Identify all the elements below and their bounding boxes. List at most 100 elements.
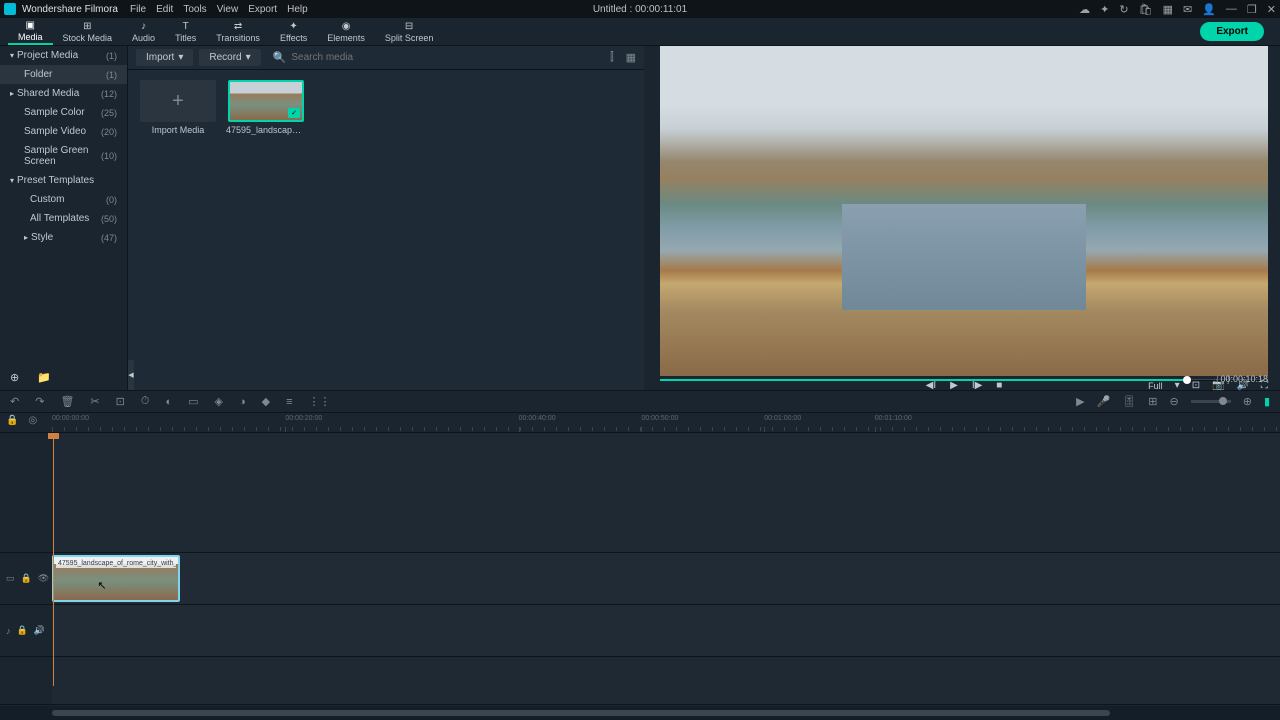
- visibility-icon[interactable]: 👁: [38, 573, 49, 584]
- timeline-scrollbar[interactable]: [0, 706, 1280, 720]
- mail-icon[interactable]: ✉: [1183, 3, 1192, 16]
- voiceover-icon[interactable]: 🎤: [1097, 395, 1111, 408]
- video-track-icon[interactable]: ▭: [6, 573, 15, 584]
- user-icon[interactable]: 👤: [1202, 3, 1216, 16]
- import-button[interactable]: Import▾: [136, 49, 193, 66]
- close-icon[interactable]: ✕: [1267, 3, 1276, 16]
- sidebar-item-project-media[interactable]: ▾Project Media(1): [0, 46, 127, 65]
- mask-icon[interactable]: ◑: [239, 396, 246, 408]
- chevron-right-icon: ▸: [10, 89, 14, 98]
- prev-frame-button[interactable]: ◀I: [926, 380, 936, 391]
- stop-button[interactable]: ■: [996, 380, 1002, 391]
- lock-icon[interactable]: 🔒: [21, 573, 32, 584]
- zoom-slider[interactable]: [1191, 400, 1231, 403]
- target-header-icon[interactable]: ◎: [28, 415, 37, 426]
- mute-icon[interactable]: 🔊: [34, 625, 45, 636]
- sidebar-item-sample-green-screen[interactable]: Sample Green Screen(10): [0, 141, 127, 171]
- tab-audio[interactable]: ♪Audio: [122, 18, 165, 45]
- import-media-button[interactable]: + Import Media: [138, 80, 218, 135]
- render-icon[interactable]: ▶: [1076, 395, 1084, 408]
- maximize-icon[interactable]: ❐: [1247, 3, 1257, 16]
- record-button[interactable]: Record▾: [199, 49, 260, 66]
- track-manager-icon[interactable]: ⊞: [1148, 395, 1157, 408]
- sync-icon[interactable]: ↻: [1119, 3, 1128, 16]
- full-label[interactable]: Full: [1148, 381, 1163, 391]
- next-frame-button[interactable]: I▶: [972, 380, 982, 391]
- new-folder-icon[interactable]: ⊕: [10, 371, 19, 384]
- chevron-down-icon: ▾: [10, 176, 14, 185]
- speed-icon[interactable]: ⏱: [141, 395, 150, 408]
- crop-icon[interactable]: ⊡: [116, 395, 125, 408]
- cloud-icon[interactable]: ☁: [1079, 3, 1090, 16]
- sidebar-item-sample-video[interactable]: Sample Video(20): [0, 122, 127, 141]
- color-icon[interactable]: ◐: [165, 396, 172, 408]
- search-box[interactable]: 🔍: [267, 51, 598, 64]
- mixer-icon[interactable]: 🎚: [1122, 395, 1136, 408]
- menu-file[interactable]: File: [130, 4, 146, 15]
- tab-stock-media[interactable]: ⊞Stock Media: [53, 18, 123, 45]
- filter-icon[interactable]: ⫿: [610, 51, 614, 64]
- menu-export[interactable]: Export: [248, 4, 277, 15]
- zoom-in-icon[interactable]: ⊕: [1243, 395, 1252, 408]
- tab-effects[interactable]: ✦Effects: [270, 18, 317, 45]
- timeline-ruler[interactable]: 🔒 ◎ 00:00:00:00 00:00:20:00 00:00:40:00 …: [0, 413, 1280, 433]
- zoom-knob[interactable]: [1219, 397, 1227, 405]
- detach-audio-icon[interactable]: ≡: [286, 396, 292, 408]
- minimize-icon[interactable]: —: [1226, 3, 1237, 15]
- sidebar-item-preset-templates[interactable]: ▾Preset Templates: [0, 171, 127, 190]
- green-screen-icon[interactable]: ▭: [188, 395, 198, 408]
- display-icon[interactable]: ⊡: [1192, 380, 1200, 391]
- search-input[interactable]: [291, 52, 598, 63]
- sidebar-item-shared-media[interactable]: ▸Shared Media(12): [0, 84, 127, 103]
- playhead-handle[interactable]: [48, 433, 59, 439]
- sidebar-item-custom[interactable]: Custom(0): [0, 190, 127, 209]
- audio-icon: ♪: [141, 21, 146, 32]
- sidebar-item-sample-color[interactable]: Sample Color(25): [0, 103, 127, 122]
- timeline-clip[interactable]: 47595_landscape_of_rome_city_with_river.…: [52, 555, 180, 602]
- scrollbar-handle[interactable]: [52, 710, 1110, 716]
- grid-icon[interactable]: ▦: [1163, 3, 1173, 16]
- audio-track-header: ♪ 🔒 🔊: [0, 605, 52, 656]
- panel-collapse-button[interactable]: ◀: [128, 360, 134, 390]
- zoom-out-icon[interactable]: ⊖: [1170, 395, 1179, 408]
- lock-icon[interactable]: 🔒: [17, 625, 28, 636]
- menu-tools[interactable]: Tools: [183, 4, 206, 15]
- redo-icon[interactable]: ↷: [35, 395, 44, 408]
- lock-header-icon[interactable]: 🔒: [6, 415, 18, 426]
- marker-icon[interactable]: ◆: [262, 395, 270, 408]
- cut-icon[interactable]: ✂: [90, 395, 99, 408]
- shop-icon[interactable]: 🛍: [1139, 3, 1153, 16]
- tab-media[interactable]: ▣Media: [8, 18, 53, 45]
- video-track[interactable]: ▭ 🔒 👁 47595_landscape_of_rome_city_with_…: [0, 553, 1280, 605]
- audio-track[interactable]: ♪ 🔒 🔊: [0, 605, 1280, 657]
- volume-icon[interactable]: 🔊: [1237, 380, 1249, 391]
- tab-split-screen[interactable]: ⊟Split Screen: [375, 18, 444, 45]
- export-button[interactable]: Export: [1200, 22, 1264, 41]
- play-button[interactable]: ▶: [950, 380, 958, 391]
- preview-viewport[interactable]: [660, 46, 1268, 376]
- grid-view-icon[interactable]: ▦: [626, 51, 636, 64]
- tab-titles[interactable]: TTitles: [165, 18, 206, 45]
- keyframe-icon[interactable]: ◈: [215, 395, 223, 408]
- sidebar-item-folder[interactable]: Folder(1): [0, 65, 127, 84]
- sidebar-item-all-templates[interactable]: All Templates(50): [0, 209, 127, 228]
- delete-icon[interactable]: 🗑: [60, 395, 74, 408]
- sidebar-item-style[interactable]: ▸Style(47): [0, 228, 127, 247]
- menu-help[interactable]: Help: [287, 4, 308, 15]
- meter-icon[interactable]: ▮: [1264, 395, 1270, 408]
- menu-view[interactable]: View: [217, 4, 239, 15]
- audio-track-icon[interactable]: ♪: [6, 626, 11, 636]
- settings-icon[interactable]: ✦: [1100, 3, 1109, 16]
- undo-icon[interactable]: ↶: [10, 395, 19, 408]
- quality-dropdown-icon[interactable]: ▾: [1175, 380, 1180, 391]
- folder-icon[interactable]: 📁: [37, 371, 51, 384]
- fullscreen-icon[interactable]: ⛶: [1261, 380, 1268, 391]
- playhead[interactable]: [53, 433, 54, 686]
- mix-icon[interactable]: ⋮⋮: [309, 395, 331, 408]
- menu-edit[interactable]: Edit: [156, 4, 173, 15]
- tab-transitions[interactable]: ⇄Transitions: [206, 18, 270, 45]
- snapshot-icon[interactable]: 📷: [1212, 380, 1224, 391]
- chevron-down-icon: ▾: [246, 52, 251, 63]
- media-clip-item[interactable]: ✓ 47595_landscape_of_...: [226, 80, 306, 135]
- tab-elements[interactable]: ◉Elements: [317, 18, 375, 45]
